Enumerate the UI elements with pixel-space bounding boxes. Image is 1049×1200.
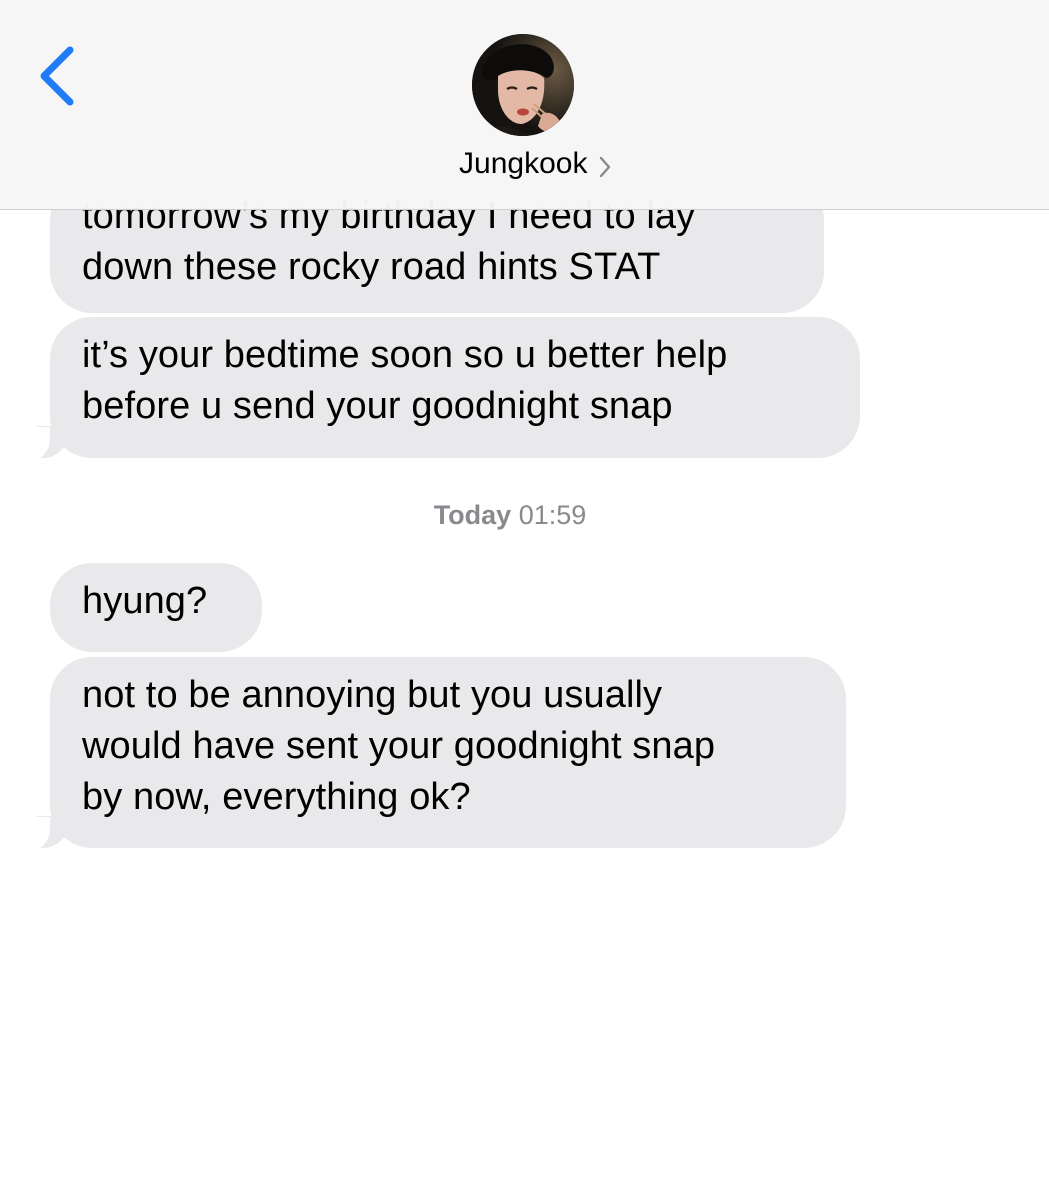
chevron-right-icon [599, 156, 611, 177]
messages-screen: tomorrow’s my birthday I need to lay dow… [0, 0, 1049, 1200]
incoming-message-bubble[interactable]: it’s your bedtime soon so u better help … [20, 317, 860, 461]
timestamp-separator: Today 01:59 [0, 497, 1020, 533]
incoming-message-bubble[interactable]: not to be annoying but you usually would… [20, 657, 846, 851]
conversation-header: Jungkook [0, 0, 1049, 210]
chevron-left-icon [40, 46, 74, 106]
contact-photo [472, 34, 574, 136]
contact-name-button[interactable]: Jungkook [0, 144, 1049, 184]
timestamp-time: 01:59 [518, 500, 587, 530]
incoming-message-bubble[interactable]: hyung? [50, 563, 262, 652]
contact-name: Jungkook [459, 147, 588, 180]
avatar[interactable] [472, 34, 574, 136]
timestamp-day: Today [433, 500, 512, 530]
back-button[interactable] [34, 40, 84, 110]
